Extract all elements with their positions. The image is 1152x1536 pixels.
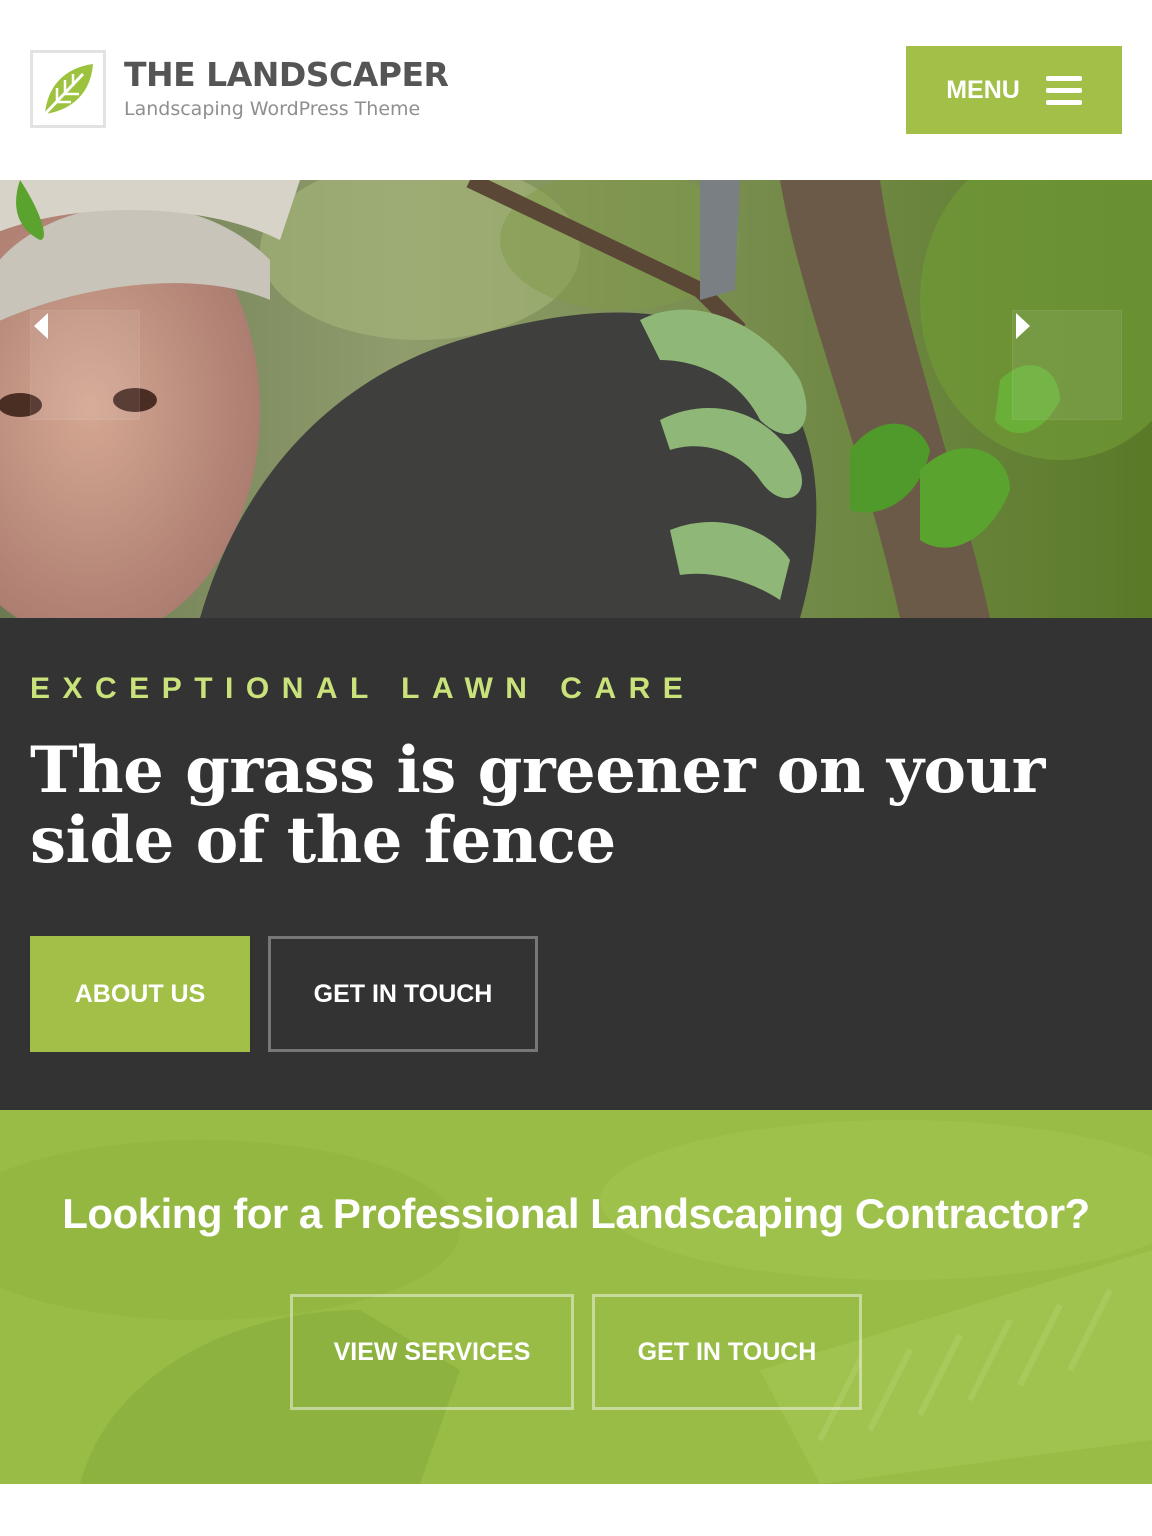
- get-in-touch-button[interactable]: GET IN TOUCH: [268, 936, 538, 1052]
- menu-button[interactable]: MENU: [906, 46, 1122, 134]
- hero-headline: The grass is greener on your side of the…: [30, 733, 1045, 878]
- cta-title: Looking for a Professional Landscaping C…: [62, 1190, 1090, 1237]
- menu-label: MENU: [946, 75, 1020, 104]
- slider-prev-button[interactable]: [30, 310, 140, 420]
- hero-kicker: EXCEPTIONAL LAWN CARE: [30, 672, 696, 705]
- leaf-icon: [30, 50, 106, 128]
- view-services-button[interactable]: VIEW SERVICES: [290, 1294, 574, 1410]
- logo-text: THE LANDSCAPER Landscaping WordPress The…: [124, 55, 449, 122]
- caret-right-icon: [1016, 313, 1030, 339]
- hamburger-icon: [1045, 75, 1082, 105]
- site-logo[interactable]: THE LANDSCAPER Landscaping WordPress The…: [30, 50, 449, 128]
- cta-section: [0, 1110, 1152, 1484]
- cta-get-in-touch-button[interactable]: GET IN TOUCH: [592, 1294, 862, 1410]
- hero-slider: [0, 180, 1152, 618]
- caret-left-icon: [34, 313, 48, 339]
- slider-next-button[interactable]: [1012, 310, 1122, 420]
- logo-tagline: Landscaping WordPress Theme: [124, 98, 421, 120]
- site-header: THE LANDSCAPER Landscaping WordPress The…: [0, 0, 1152, 180]
- hero-photo: [0, 180, 1152, 618]
- cta-background-photo: [0, 1110, 1152, 1484]
- about-us-button[interactable]: ABOUT US: [30, 936, 250, 1052]
- logo-title: THE LANDSCAPER: [124, 55, 449, 94]
